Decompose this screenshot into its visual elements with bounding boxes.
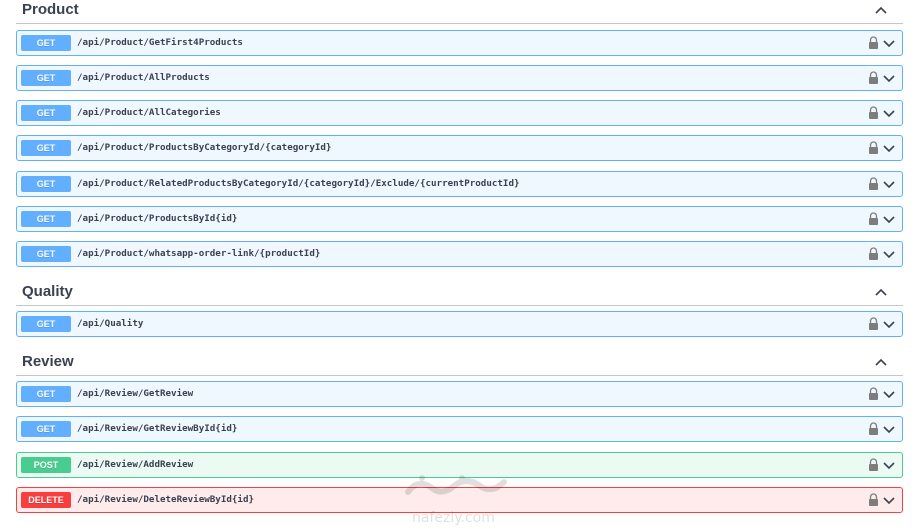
operation-path: /api/Review/GetReviewById{id}	[77, 423, 238, 434]
operation-get-whatsapp-order-link[interactable]: GET /api/Product/whatsapp-order-link/{pr…	[16, 241, 903, 267]
method-badge: POST	[21, 457, 71, 473]
method-badge: GET	[21, 316, 71, 332]
operation-path: /api/Product/GetFirst4Products	[77, 37, 243, 48]
method-badge: GET	[21, 105, 71, 121]
operation-get-quality[interactable]: GET /api/Quality	[16, 311, 903, 337]
chevron-down-icon[interactable]	[882, 106, 896, 120]
lock-icon[interactable]	[868, 177, 879, 191]
operation-path: /api/Product/AllProducts	[77, 72, 210, 83]
operation-get-first4products[interactable]: GET /api/Product/GetFirst4Products	[16, 30, 903, 56]
chevron-down-icon[interactable]	[882, 71, 896, 85]
chevron-down-icon[interactable]	[882, 141, 896, 155]
operation-get-relatedproducts[interactable]: GET /api/Product/RelatedProductsByCatego…	[16, 171, 903, 197]
chevron-down-icon[interactable]	[882, 458, 896, 472]
operation-path: /api/Review/DeleteReviewById{id}	[77, 494, 255, 505]
lock-icon[interactable]	[868, 422, 879, 436]
method-badge: DELETE	[21, 492, 71, 508]
chevron-down-icon[interactable]	[882, 493, 896, 507]
operation-path: /api/Review/AddReview	[77, 459, 194, 470]
method-badge: GET	[21, 176, 71, 192]
chevron-up-icon[interactable]	[873, 284, 889, 300]
method-badge: GET	[21, 70, 71, 86]
operation-get-allcategories[interactable]: GET /api/Product/AllCategories	[16, 100, 903, 126]
method-badge: GET	[21, 35, 71, 51]
operation-get-getreview[interactable]: GET /api/Review/GetReview	[16, 381, 903, 407]
method-badge: GET	[21, 421, 71, 437]
operation-post-addreview[interactable]: POST /api/Review/AddReview	[16, 452, 903, 478]
method-badge: GET	[21, 246, 71, 262]
operation-path: /api/Product/ProductsById{id}	[77, 213, 238, 224]
operation-get-getreviewbyid[interactable]: GET /api/Review/GetReviewById{id}	[16, 416, 903, 442]
tag-header-review[interactable]: Review	[16, 352, 903, 376]
lock-icon[interactable]	[868, 141, 879, 155]
lock-icon[interactable]	[868, 212, 879, 226]
chevron-down-icon[interactable]	[882, 36, 896, 50]
tag-title: Product	[22, 1, 79, 18]
operation-get-allproducts[interactable]: GET /api/Product/AllProducts	[16, 65, 903, 91]
chevron-up-icon[interactable]	[873, 354, 889, 370]
operation-path: /api/Product/ProductsByCategoryId/{categ…	[77, 142, 332, 153]
lock-icon[interactable]	[868, 36, 879, 50]
operation-path: /api/Review/GetReview	[77, 388, 194, 399]
chevron-down-icon[interactable]	[882, 247, 896, 261]
operation-path: /api/Quality	[77, 318, 144, 329]
chevron-down-icon[interactable]	[882, 422, 896, 436]
operation-get-productsbycategoryid[interactable]: GET /api/Product/ProductsByCategoryId/{c…	[16, 135, 903, 161]
swagger-operations-page: Product GET /api/Product/GetFirst4Produc…	[0, 0, 922, 526]
chevron-up-icon[interactable]	[873, 2, 889, 18]
chevron-down-icon[interactable]	[882, 177, 896, 191]
tag-header-product[interactable]: Product	[16, 0, 903, 24]
operation-get-productsbyid[interactable]: GET /api/Product/ProductsById{id}	[16, 206, 903, 232]
method-badge: GET	[21, 386, 71, 402]
tag-header-quality[interactable]: Quality	[16, 282, 903, 306]
lock-icon[interactable]	[868, 317, 879, 331]
operation-path: /api/Product/AllCategories	[77, 107, 221, 118]
operation-path: /api/Product/whatsapp-order-link/{produc…	[77, 248, 321, 259]
method-badge: GET	[21, 211, 71, 227]
operation-path: /api/Product/RelatedProductsByCategoryId…	[77, 178, 520, 189]
chevron-down-icon[interactable]	[882, 387, 896, 401]
chevron-down-icon[interactable]	[882, 317, 896, 331]
tag-title: Review	[22, 353, 74, 370]
lock-icon[interactable]	[868, 106, 879, 120]
lock-icon[interactable]	[868, 387, 879, 401]
lock-icon[interactable]	[868, 71, 879, 85]
lock-icon[interactable]	[868, 493, 879, 507]
chevron-down-icon[interactable]	[882, 212, 896, 226]
lock-icon[interactable]	[868, 458, 879, 472]
operation-delete-deletereviewbyid[interactable]: DELETE /api/Review/DeleteReviewById{id}	[16, 487, 903, 513]
method-badge: GET	[21, 140, 71, 156]
tag-title: Quality	[22, 283, 73, 300]
lock-icon[interactable]	[868, 247, 879, 261]
